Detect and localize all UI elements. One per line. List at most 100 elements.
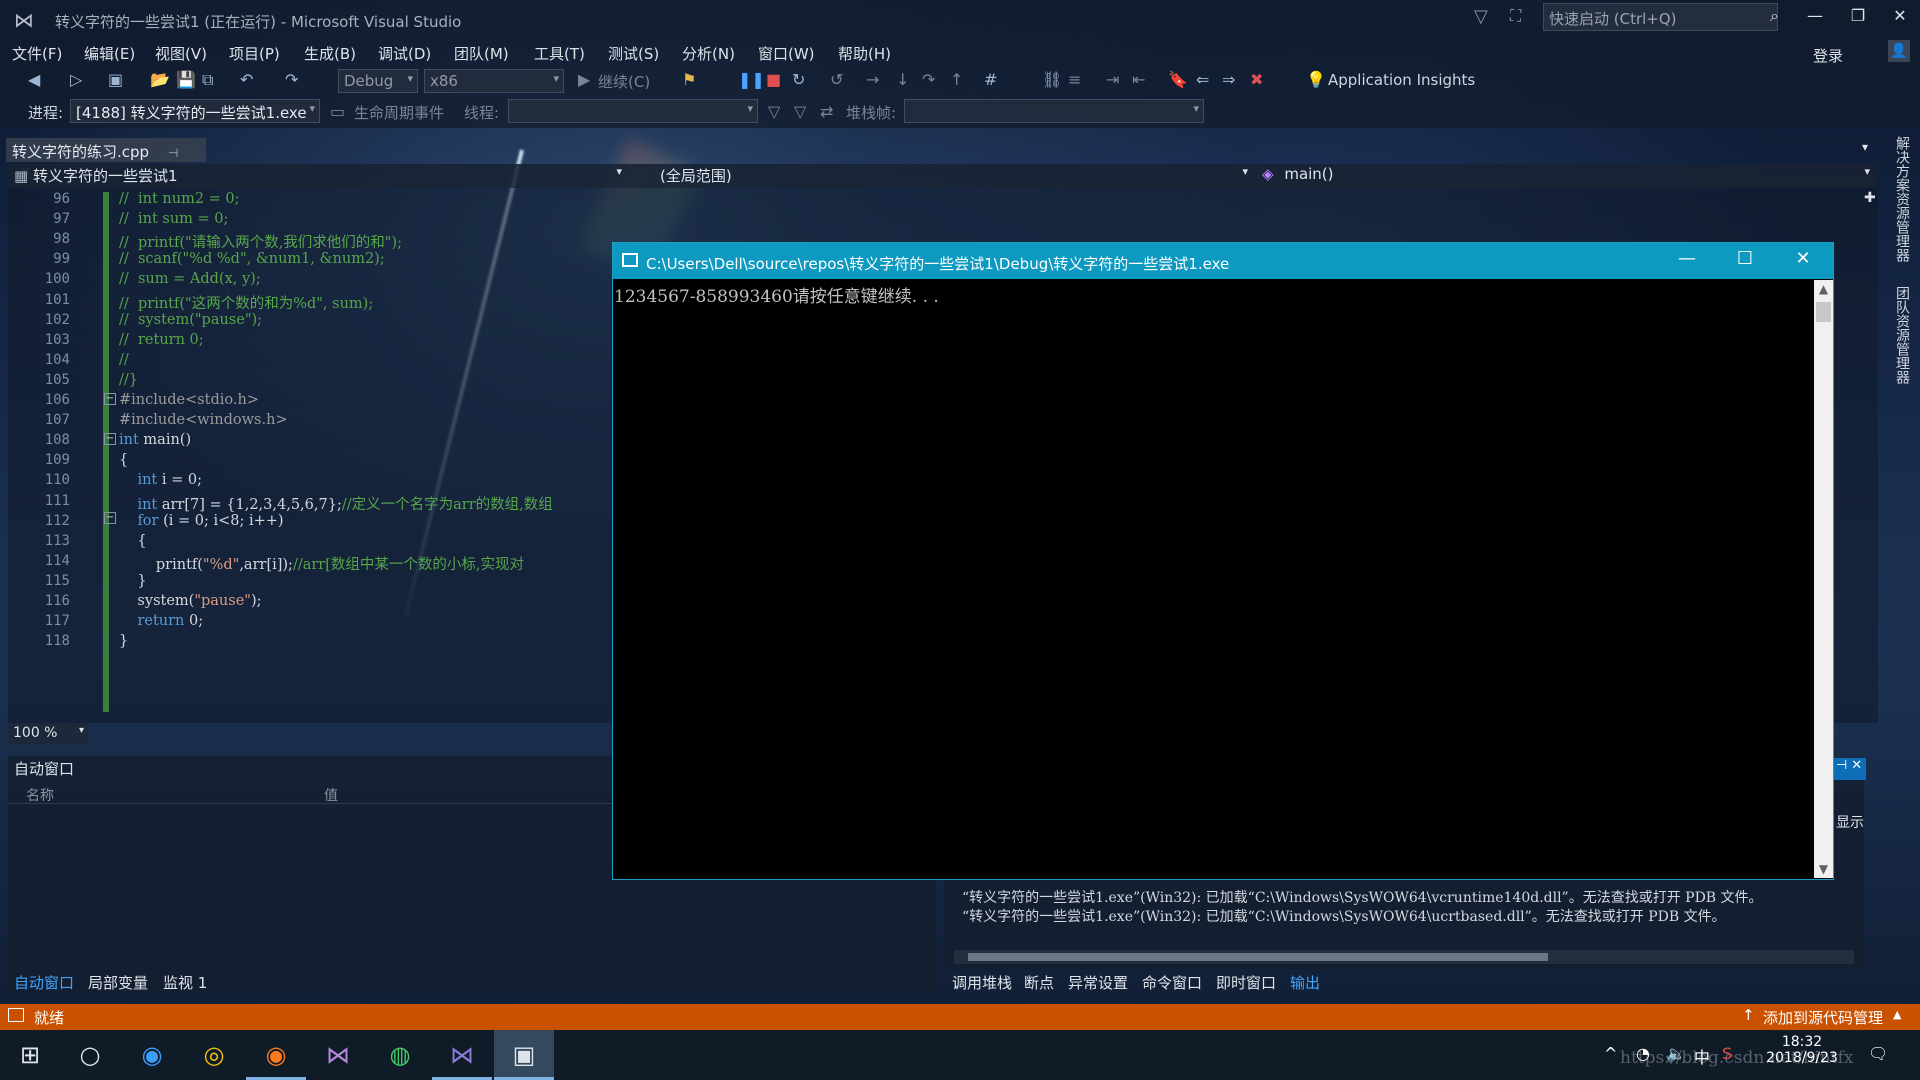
tab-immediate-window[interactable]: 即时窗口 [1216, 972, 1276, 993]
code-line[interactable]: // return 0; [119, 332, 204, 348]
step-out-icon[interactable]: ↑ [950, 70, 963, 89]
bookmark-icon[interactable]: 🔖 [1168, 70, 1188, 89]
show-next-statement-icon[interactable]: → [866, 70, 879, 89]
application-insights-icon[interactable]: 💡 [1306, 70, 1326, 89]
code-line[interactable]: } [119, 633, 128, 649]
action-center-icon[interactable]: 🗨 [1868, 1044, 1888, 1063]
forward-icon[interactable]: ▷ [70, 70, 82, 89]
code-line[interactable]: printf("%d",arr[i]);//arr[数组中某一个数的小标,实现对 [119, 553, 524, 574]
clear-bookmarks-icon[interactable]: ✖ [1250, 70, 1263, 89]
menu-window[interactable]: 窗口(W) [758, 43, 815, 64]
code-line[interactable]: // scanf("%d %d", &num1, &num2); [119, 251, 385, 267]
restart-icon[interactable]: ↻ [792, 70, 805, 89]
flag-thread-icon[interactable]: ▽ [768, 102, 780, 121]
prev-bookmark-icon[interactable]: ⇐ [1196, 70, 1209, 89]
code-line[interactable]: // sum = Add(x, y); [119, 271, 261, 287]
next-bookmark-icon[interactable]: ⇒ [1222, 70, 1235, 89]
menu-build[interactable]: 生成(B) [304, 43, 356, 64]
thread-select[interactable]: ▾ [508, 99, 758, 123]
tab-breakpoints[interactable]: 断点 [1024, 972, 1054, 993]
volume-icon[interactable]: 🔈 [1666, 1044, 1686, 1063]
continue-icon[interactable]: ▶ [578, 70, 590, 89]
start-windows-icon[interactable]: ⊞ [0, 1030, 60, 1080]
cortana-search-icon[interactable]: ○ [60, 1030, 120, 1080]
lifecycle-icon[interactable]: ▭ [330, 102, 345, 121]
autos-col-name[interactable]: 名称 [26, 785, 54, 805]
continue-button[interactable]: 继续(C) [598, 71, 650, 92]
solution-explorer-tab[interactable]: 解决方案资源管理器 [1890, 136, 1912, 262]
hot-reload-icon[interactable]: ↺ [830, 70, 843, 89]
minimize-button[interactable]: — [1795, 6, 1835, 32]
menu-test[interactable]: 测试(S) [608, 43, 659, 64]
tab-output[interactable]: 输出 [1290, 972, 1320, 993]
code-line[interactable]: #include<stdio.h> [119, 392, 259, 408]
code-line[interactable]: //} [119, 372, 138, 388]
tab-exception-settings[interactable]: 异常设置 [1068, 972, 1128, 993]
menu-file[interactable]: 文件(F) [12, 43, 62, 64]
step-over-icon[interactable]: ↷ [922, 70, 935, 89]
tab-locals[interactable]: 局部变量 [88, 972, 148, 993]
threads-icon[interactable]: ⛓ [1042, 70, 1062, 89]
code-line[interactable]: return 0; [119, 613, 203, 629]
pin-icon[interactable]: ⊣ [168, 146, 178, 160]
add-to-source-control[interactable]: 添加到源代码管理 [1763, 1007, 1883, 1028]
autos-col-value[interactable]: 值 [324, 785, 338, 805]
scroll-down-icon[interactable]: ▼ [1814, 862, 1833, 876]
global-scope-select[interactable]: (全局范围) ▾ [660, 165, 1252, 187]
hex-display-icon[interactable]: # [984, 70, 997, 89]
code-line[interactable]: system("pause"); [119, 593, 261, 609]
search-icon[interactable]: ⌕ [1770, 6, 1779, 26]
show-flagged-threads-icon[interactable]: ▽ [794, 102, 806, 121]
redo-icon[interactable]: ↷ [285, 70, 298, 89]
diagnostics-icon[interactable]: ⚑ [682, 70, 696, 89]
team-explorer-tab[interactable]: 团队资源管理器 [1890, 286, 1912, 384]
console-close-button[interactable]: ✕ [1778, 248, 1828, 274]
stack-frame-select[interactable]: ▾ [904, 99, 1204, 123]
code-line[interactable]: // system("pause"); [119, 312, 262, 328]
source-control-up-icon[interactable]: ▲ [1893, 1008, 1901, 1021]
tab-command-window[interactable]: 命令窗口 [1142, 972, 1202, 993]
menu-debug[interactable]: 调试(D) [378, 43, 431, 64]
menu-project[interactable]: 项目(P) [229, 43, 280, 64]
comment-icon[interactable]: ≡ [1068, 70, 1081, 89]
output-pin-close[interactable]: ⊣ ✕ [1832, 758, 1866, 780]
code-line[interactable]: // printf("请输入两个数,我们求他们的和"); [119, 231, 402, 252]
stack-frame-icon[interactable]: ⇄ [820, 102, 833, 121]
code-line[interactable]: // [119, 352, 129, 368]
process-select[interactable]: [4188] 转义字符的一些尝试1.exe ▾ [70, 99, 320, 123]
console-minimize-button[interactable]: — [1662, 248, 1712, 274]
menu-help[interactable]: 帮助(H) [838, 43, 891, 64]
tab-autos[interactable]: 自动窗口 [14, 972, 74, 993]
menu-view[interactable]: 视图(V) [155, 43, 207, 64]
code-line[interactable]: for (i = 0; i<8; i++) [119, 513, 283, 529]
zoom-select[interactable]: 100 % ▾ [8, 723, 88, 745]
save-all-icon[interactable]: ⧉ [202, 70, 213, 90]
function-scope-select[interactable]: ◈ main() ▾ [1262, 165, 1874, 187]
ime-indicator[interactable]: 中 [1694, 1044, 1710, 1068]
browser-360-icon[interactable]: ◍ [370, 1030, 430, 1080]
taskbar-clock[interactable]: 18:32 2018/9/23 [1762, 1034, 1842, 1066]
feedback-icon[interactable]: ⛶ [1510, 6, 1521, 26]
platform-select[interactable]: x86 ▾ [424, 69, 564, 93]
save-icon[interactable]: 💾 [176, 70, 196, 89]
tab-watch-1[interactable]: 监视 1 [163, 972, 207, 993]
fold-toggle-include[interactable]: − [104, 393, 116, 405]
scroll-up-icon[interactable]: ▲ [1814, 282, 1833, 296]
menu-tools[interactable]: 工具(T) [534, 43, 585, 64]
lifecycle-events-dropdown[interactable]: 生命周期事件 [354, 102, 444, 123]
code-line[interactable]: int i = 0; [119, 472, 202, 488]
configuration-select[interactable]: Debug ▾ [338, 69, 418, 93]
network-icon[interactable]: ◔ [1636, 1044, 1650, 1063]
undo-icon[interactable]: ↶ [240, 70, 253, 89]
console-maximize-button[interactable]: ☐ [1720, 248, 1770, 274]
quick-launch-input[interactable]: 快速启动 (Ctrl+Q) [1543, 3, 1778, 31]
restore-button[interactable]: ❐ [1838, 6, 1878, 32]
split-editor-icon[interactable]: ✚ [1864, 190, 1876, 206]
account-avatar-icon[interactable]: 👤 [1888, 40, 1910, 62]
code-line[interactable]: } [119, 573, 146, 589]
tray-chevron-icon[interactable]: ^ [1604, 1044, 1617, 1063]
console-scrollbar[interactable]: ▲ ▼ [1814, 280, 1833, 878]
code-line[interactable]: // int sum = 0; [119, 211, 228, 227]
notification-filter-icon[interactable]: ▽ [1474, 6, 1488, 27]
step-into-icon[interactable]: ↓ [896, 70, 909, 89]
